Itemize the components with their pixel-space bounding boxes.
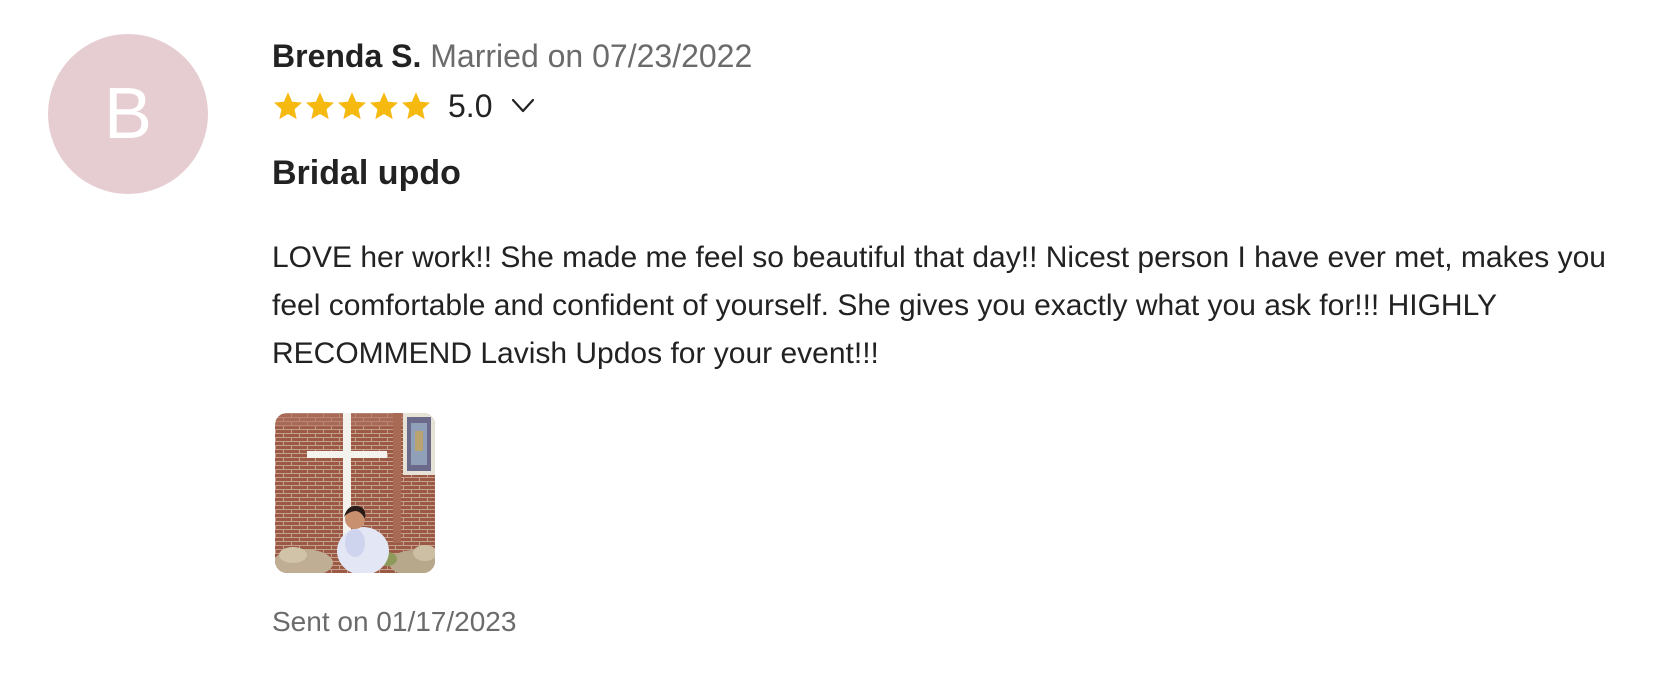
review-title: Bridal updo — [272, 154, 461, 192]
review-header: Brenda S. Married on 07/23/2022 — [272, 36, 752, 76]
chevron-down-icon[interactable] — [512, 95, 535, 117]
avatar: B — [48, 34, 208, 194]
star-icon — [274, 92, 302, 120]
reviewer-name: Brenda S. — [272, 38, 422, 74]
avatar-initial: B — [103, 74, 153, 154]
star-icon — [402, 92, 430, 120]
rating-value: 5.0 — [448, 87, 493, 124]
star-icon — [306, 92, 334, 120]
sent-date: Sent on 01/17/2023 — [272, 606, 517, 637]
photo-image — [275, 413, 435, 573]
review-card: B Brenda S. Married on 07/23/2022 5.0 Br… — [0, 0, 1668, 684]
rating-row: 5.0 — [272, 86, 535, 126]
review-body: LOVE her work!! She made me feel so beau… — [272, 241, 1606, 370]
star-rating — [272, 90, 432, 122]
review-photo-thumbnail[interactable] — [275, 413, 435, 573]
married-date: Married on 07/23/2022 — [430, 38, 753, 74]
star-icon — [370, 92, 398, 120]
star-icon — [338, 92, 366, 120]
